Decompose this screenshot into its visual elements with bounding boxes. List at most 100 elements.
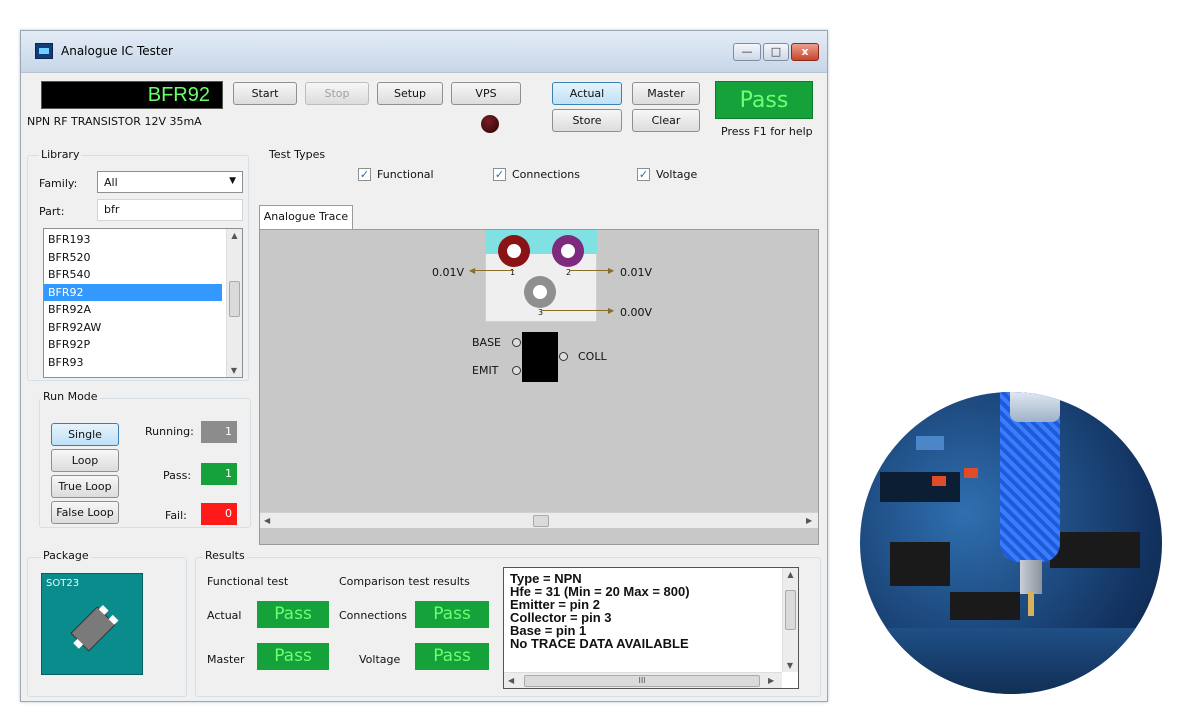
actual-result-badge: Pass — [257, 601, 329, 628]
package-preview: SOT23 — [41, 573, 143, 675]
vps-button[interactable]: VPS — [451, 82, 521, 105]
setup-button[interactable]: Setup — [377, 82, 443, 105]
false-loop-button[interactable]: False Loop — [51, 501, 119, 524]
base-pin-dot — [512, 338, 521, 347]
overall-result-badge: Pass — [715, 81, 813, 119]
list-scroll-thumb[interactable] — [229, 281, 240, 317]
list-item[interactable]: BFR92AW — [44, 319, 222, 337]
store-button[interactable]: Store — [552, 109, 622, 132]
pcb-chip — [950, 592, 1020, 620]
master-result-label: Master — [207, 653, 245, 666]
list-item[interactable]: BFR92P — [44, 336, 222, 354]
arrow-left-icon: ◀ — [469, 266, 476, 275]
maximize-button[interactable]: □ — [763, 43, 789, 61]
scroll-up-icon[interactable]: ▲ — [783, 570, 798, 579]
list-item[interactable]: BFR92 — [44, 283, 222, 301]
results-text-line: No TRACE DATA AVAILABLE — [510, 636, 689, 651]
tab-analogue-trace[interactable]: Analogue Trace — [259, 205, 353, 229]
master-button[interactable]: Master — [632, 82, 700, 105]
actual-button[interactable]: Actual — [552, 82, 622, 105]
vps-led-indicator — [481, 115, 499, 133]
test-types-title: Test Types — [267, 148, 328, 161]
fail-count: 0 — [201, 503, 237, 525]
pin-1-pad[interactable] — [498, 235, 530, 267]
scroll-down-icon[interactable]: ▼ — [227, 366, 241, 375]
running-label: Running: — [145, 425, 194, 438]
connections-result-badge: Pass — [415, 601, 489, 628]
scroll-left-icon[interactable]: ◀ — [508, 676, 514, 685]
functional-test-heading: Functional test — [207, 575, 289, 588]
pin-3-lead — [542, 310, 610, 311]
stop-button[interactable]: Stop — [305, 82, 369, 105]
sot23-chip-icon — [70, 604, 119, 652]
connections-label: Connections — [512, 168, 580, 181]
pcb-component — [964, 468, 978, 478]
results-vscrollbar[interactable]: ▲ ▼ — [782, 568, 798, 672]
comparison-heading: Comparison test results — [339, 575, 470, 588]
pin-2-pad[interactable] — [552, 235, 584, 267]
scroll-up-icon[interactable]: ▲ — [227, 231, 242, 240]
voltage-result-badge: Pass — [415, 643, 489, 670]
check-icon: ✓ — [637, 168, 650, 181]
family-select[interactable]: All ▼ — [97, 171, 243, 193]
analogue-trace-canvas: 1 2 3 ◀ ▶ ▶ 0.01V 0.01V 0.00V BASE EMIT … — [259, 229, 819, 545]
app-window: Analogue IC Tester — □ x BFR92 NPN RF TR… — [20, 30, 828, 702]
emit-pin-label: EMIT — [472, 364, 499, 377]
start-button[interactable]: Start — [233, 82, 297, 105]
base-pin-label: BASE — [472, 336, 502, 349]
arrow-right-icon: ▶ — [608, 266, 615, 275]
clear-button[interactable]: Clear — [632, 109, 700, 132]
probe-top — [1010, 392, 1060, 422]
scroll-right-icon[interactable]: ▶ — [806, 516, 812, 525]
connections-checkbox[interactable]: ✓ Connections — [493, 168, 580, 181]
pin-3-voltage: 0.00V — [620, 306, 653, 319]
results-title: Results — [203, 549, 247, 562]
true-loop-button[interactable]: True Loop — [51, 475, 119, 498]
trace-hscrollbar[interactable]: ◀ ▶ — [260, 512, 818, 528]
app-icon — [35, 43, 53, 59]
functional-checkbox[interactable]: ✓ Functional — [358, 168, 434, 181]
title-bar[interactable]: Analogue IC Tester — □ x — [21, 31, 827, 73]
single-button[interactable]: Single — [51, 423, 119, 446]
part-list[interactable]: BFR193 BFR520 BFR540 BFR92 BFR92A BFR92AW BFR9… — [43, 228, 243, 378]
close-button[interactable]: x — [791, 43, 819, 61]
list-item[interactable]: BFR92A — [44, 301, 222, 319]
family-value: All — [104, 176, 118, 189]
arrow-right-icon: ▶ — [608, 306, 615, 315]
loop-button[interactable]: Loop — [51, 449, 119, 472]
pin-2-voltage: 0.01V — [620, 266, 653, 279]
device-name: BFR92 — [147, 84, 210, 106]
device-description: NPN RF TRANSISTOR 12V 35mA — [27, 115, 202, 128]
voltage-label: Voltage — [656, 168, 698, 181]
pass-count: 1 — [201, 463, 237, 485]
scroll-right-icon[interactable]: ▶ — [768, 676, 774, 685]
results-hscrollbar[interactable]: ◀ III ▶ — [504, 672, 782, 688]
probe-tip — [1020, 560, 1042, 594]
package-name: SOT23 — [46, 578, 80, 589]
list-scrollbar[interactable]: ▲ ▼ — [226, 229, 242, 377]
part-input[interactable]: bfr — [97, 199, 243, 221]
list-item[interactable]: BFR93 — [44, 354, 222, 372]
probe-needle — [1028, 592, 1034, 616]
voltage-checkbox[interactable]: ✓ Voltage — [637, 168, 697, 181]
results-text-box[interactable]: Type = NPN Hfe = 31 (Min = 20 Max = 800) E… — [503, 567, 799, 689]
pin-3-pad[interactable] — [524, 276, 556, 308]
coll-pin-label: COLL — [578, 350, 607, 363]
results-hscroll-thumb[interactable]: III — [524, 675, 760, 687]
scroll-down-icon[interactable]: ▼ — [783, 661, 797, 670]
minimize-button[interactable]: — — [733, 43, 761, 61]
list-item[interactable]: BFR520 — [44, 249, 222, 267]
emit-pin-dot — [512, 366, 521, 375]
list-item[interactable]: BFR540 — [44, 266, 222, 284]
pin-2-lead — [570, 270, 610, 271]
list-item[interactable]: BFR193 — [44, 231, 222, 249]
trace-scroll-thumb[interactable] — [533, 515, 549, 527]
check-icon: ✓ — [358, 168, 371, 181]
running-count: 1 — [201, 421, 237, 443]
device-display: BFR92 — [41, 81, 223, 109]
window-title: Analogue IC Tester — [61, 44, 173, 58]
scroll-left-icon[interactable]: ◀ — [264, 516, 270, 525]
results-vscroll-thumb[interactable] — [785, 590, 796, 630]
pin-1-lead — [474, 270, 514, 271]
pcb-component — [916, 436, 944, 450]
